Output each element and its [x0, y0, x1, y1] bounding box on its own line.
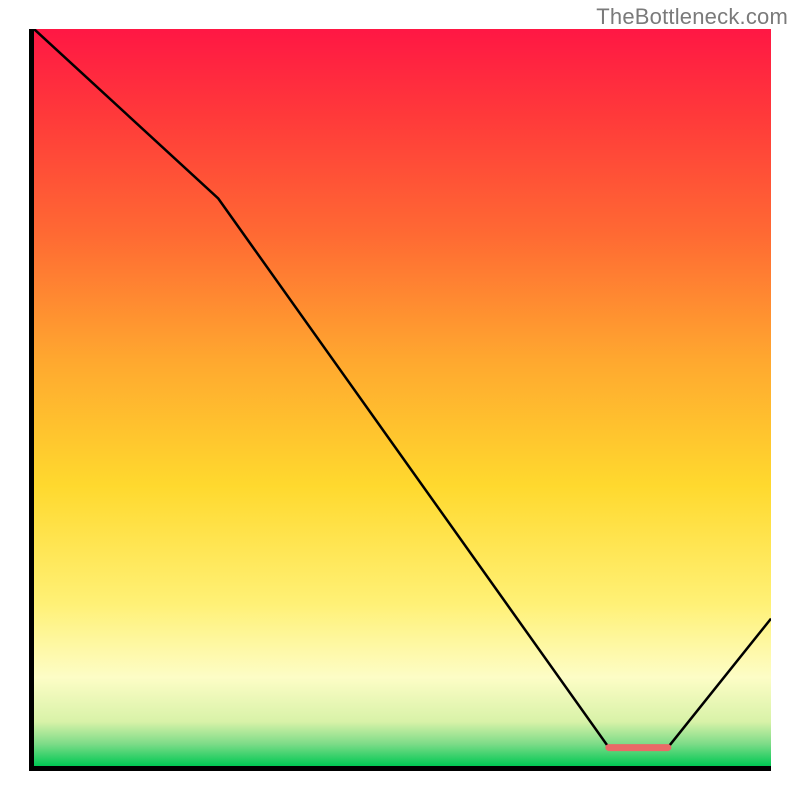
- chart-plot-area: [34, 29, 771, 766]
- watermark-text: TheBottleneck.com: [596, 4, 788, 30]
- gradient-fill: [34, 29, 771, 766]
- bottleneck-chart: [29, 29, 771, 771]
